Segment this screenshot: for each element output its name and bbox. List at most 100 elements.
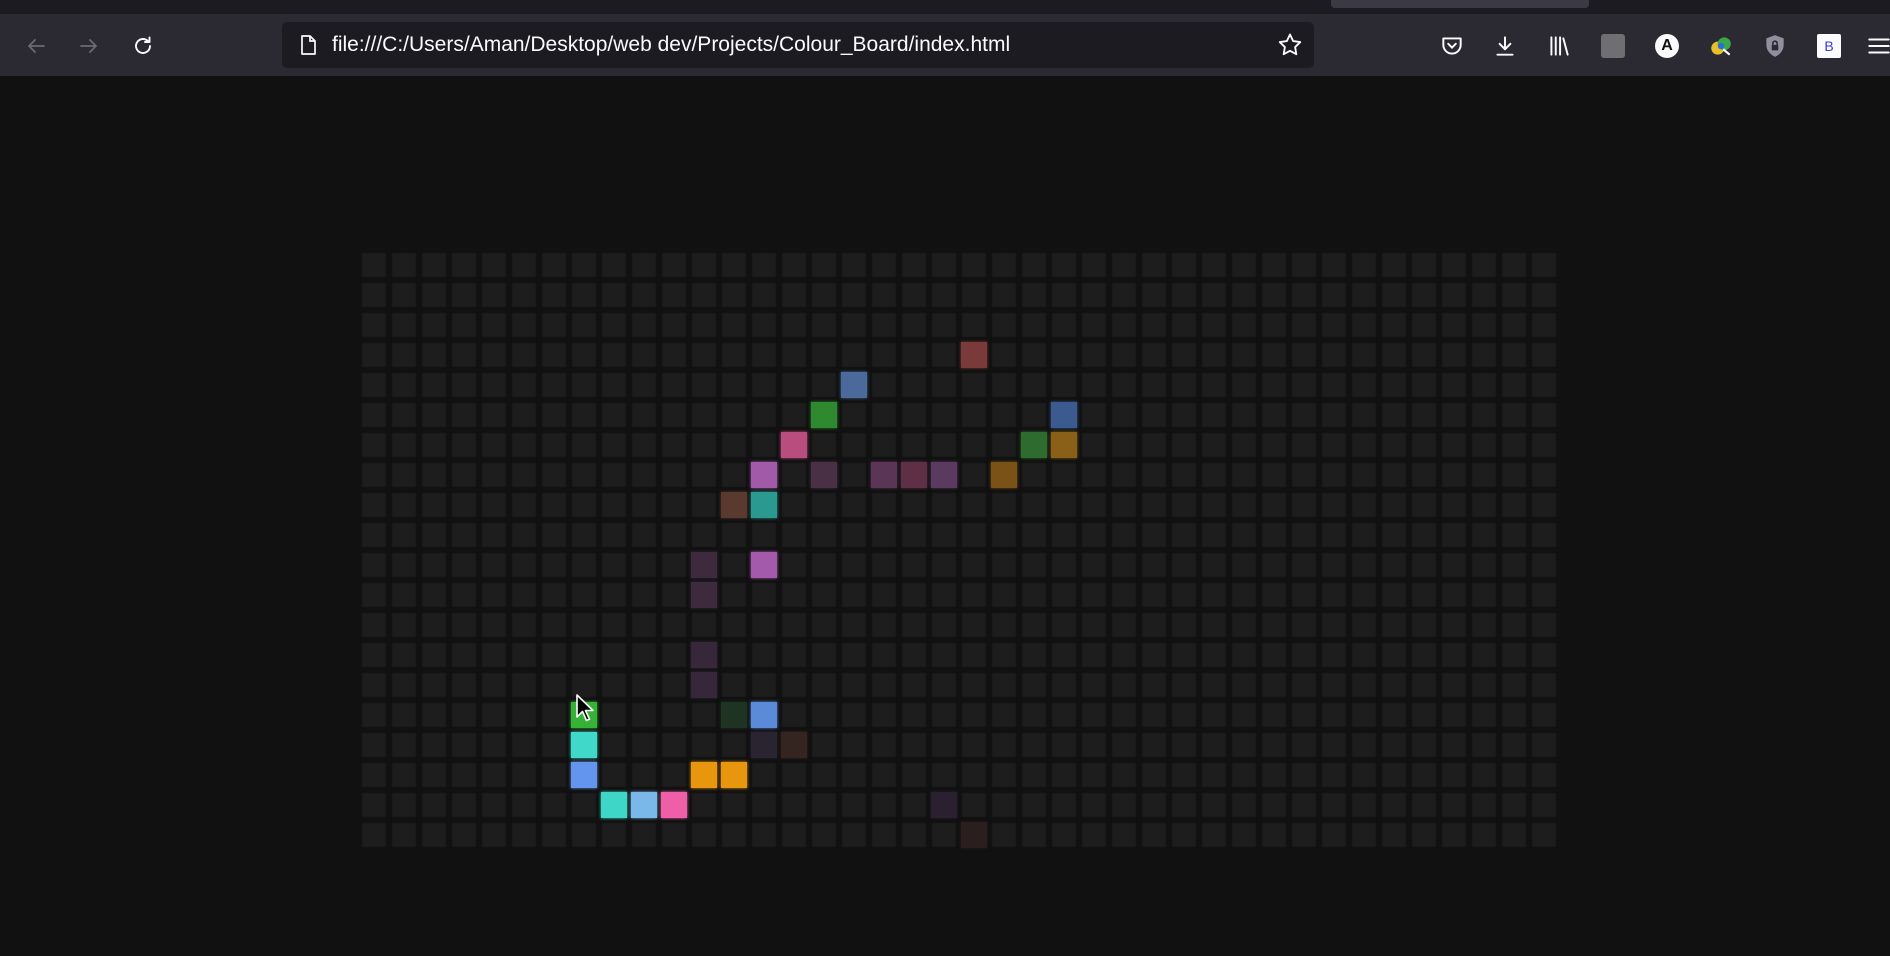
board-cell[interactable] bbox=[511, 372, 537, 398]
board-cell[interactable] bbox=[841, 642, 867, 668]
board-cell[interactable] bbox=[1351, 762, 1377, 788]
board-cell[interactable] bbox=[661, 642, 687, 668]
board-cell[interactable] bbox=[1411, 462, 1437, 488]
board-cell[interactable] bbox=[421, 402, 447, 428]
board-cell[interactable] bbox=[1381, 312, 1407, 338]
board-cell[interactable] bbox=[1501, 342, 1527, 368]
board-cell[interactable] bbox=[721, 372, 747, 398]
board-cell[interactable] bbox=[1261, 702, 1287, 728]
board-cell[interactable] bbox=[871, 732, 897, 758]
board-cell[interactable] bbox=[421, 762, 447, 788]
board-cell[interactable] bbox=[1261, 462, 1287, 488]
board-cell[interactable] bbox=[631, 462, 657, 488]
board-cell[interactable] bbox=[541, 672, 567, 698]
board-cell[interactable] bbox=[1231, 612, 1257, 638]
board-cell[interactable] bbox=[1441, 792, 1467, 818]
board-cell[interactable] bbox=[571, 822, 597, 848]
board-cell[interactable] bbox=[481, 822, 507, 848]
board-cell[interactable] bbox=[601, 462, 627, 488]
board-cell[interactable] bbox=[421, 282, 447, 308]
board-cell[interactable] bbox=[541, 522, 567, 548]
board-cell[interactable] bbox=[1471, 732, 1497, 758]
board-cell[interactable] bbox=[1321, 702, 1347, 728]
board-cell[interactable] bbox=[871, 492, 897, 518]
board-cell[interactable] bbox=[541, 462, 567, 488]
board-cell[interactable] bbox=[1111, 522, 1137, 548]
board-cell[interactable] bbox=[1201, 252, 1227, 278]
board-cell[interactable] bbox=[1441, 822, 1467, 848]
board-cell[interactable] bbox=[571, 432, 597, 458]
board-cell[interactable] bbox=[421, 432, 447, 458]
board-cell[interactable] bbox=[1051, 312, 1077, 338]
board-cell[interactable] bbox=[751, 642, 777, 668]
board-cell[interactable] bbox=[1081, 522, 1107, 548]
board-cell[interactable] bbox=[991, 642, 1017, 668]
board-cell[interactable] bbox=[1441, 372, 1467, 398]
board-cell[interactable] bbox=[421, 492, 447, 518]
extension-b-button[interactable]: B bbox=[1813, 30, 1845, 62]
board-cell[interactable] bbox=[1501, 642, 1527, 668]
board-cell[interactable] bbox=[421, 582, 447, 608]
board-cell[interactable] bbox=[361, 312, 387, 338]
board-cell[interactable] bbox=[1531, 312, 1557, 338]
board-cell[interactable] bbox=[1381, 612, 1407, 638]
back-button[interactable] bbox=[18, 30, 54, 62]
board-cell[interactable] bbox=[1141, 372, 1167, 398]
board-cell[interactable] bbox=[1261, 492, 1287, 518]
board-cell[interactable] bbox=[391, 702, 417, 728]
board-cell[interactable] bbox=[1171, 402, 1197, 428]
board-cell[interactable] bbox=[541, 312, 567, 338]
board-cell[interactable] bbox=[1021, 252, 1047, 278]
board-cell[interactable] bbox=[1201, 732, 1227, 758]
board-cell[interactable] bbox=[841, 732, 867, 758]
board-cell[interactable] bbox=[1051, 642, 1077, 668]
board-cell[interactable] bbox=[721, 492, 747, 518]
board-cell[interactable] bbox=[1291, 282, 1317, 308]
board-cell[interactable] bbox=[961, 252, 987, 278]
board-cell[interactable] bbox=[1051, 462, 1077, 488]
board-cell[interactable] bbox=[1381, 702, 1407, 728]
board-cell[interactable] bbox=[1141, 462, 1167, 488]
board-cell[interactable] bbox=[991, 762, 1017, 788]
board-cell[interactable] bbox=[511, 642, 537, 668]
board-cell[interactable] bbox=[631, 252, 657, 278]
board-cell[interactable] bbox=[991, 342, 1017, 368]
board-cell[interactable] bbox=[661, 522, 687, 548]
board-cell[interactable] bbox=[1291, 462, 1317, 488]
board-cell[interactable] bbox=[991, 432, 1017, 458]
board-cell[interactable] bbox=[871, 522, 897, 548]
board-cell[interactable] bbox=[1381, 582, 1407, 608]
board-cell[interactable] bbox=[871, 282, 897, 308]
board-cell[interactable] bbox=[781, 792, 807, 818]
board-cell[interactable] bbox=[1081, 252, 1107, 278]
board-cell[interactable] bbox=[1201, 672, 1227, 698]
board-cell[interactable] bbox=[811, 672, 837, 698]
board-cell[interactable] bbox=[1471, 462, 1497, 488]
board-cell[interactable] bbox=[1531, 762, 1557, 788]
board-cell[interactable] bbox=[1141, 252, 1167, 278]
board-cell[interactable] bbox=[1021, 342, 1047, 368]
board-cell[interactable] bbox=[511, 672, 537, 698]
board-cell[interactable] bbox=[1291, 402, 1317, 428]
board-cell[interactable] bbox=[1381, 252, 1407, 278]
board-cell[interactable] bbox=[511, 732, 537, 758]
board-cell[interactable] bbox=[1291, 612, 1317, 638]
board-cell[interactable] bbox=[721, 522, 747, 548]
board-cell[interactable] bbox=[451, 582, 477, 608]
board-cell[interactable] bbox=[721, 822, 747, 848]
board-cell[interactable] bbox=[1231, 522, 1257, 548]
board-cell[interactable] bbox=[661, 342, 687, 368]
board-cell[interactable] bbox=[1351, 342, 1377, 368]
board-cell[interactable] bbox=[1411, 342, 1437, 368]
board-cell[interactable] bbox=[1081, 732, 1107, 758]
board-cell[interactable] bbox=[691, 792, 717, 818]
board-cell[interactable] bbox=[901, 462, 927, 488]
board-cell[interactable] bbox=[1231, 492, 1257, 518]
board-cell[interactable] bbox=[721, 732, 747, 758]
board-cell[interactable] bbox=[901, 792, 927, 818]
board-cell[interactable] bbox=[1291, 252, 1317, 278]
board-cell[interactable] bbox=[781, 402, 807, 428]
board-cell[interactable] bbox=[1471, 672, 1497, 698]
board-cell[interactable] bbox=[1021, 702, 1047, 728]
board-cell[interactable] bbox=[421, 672, 447, 698]
